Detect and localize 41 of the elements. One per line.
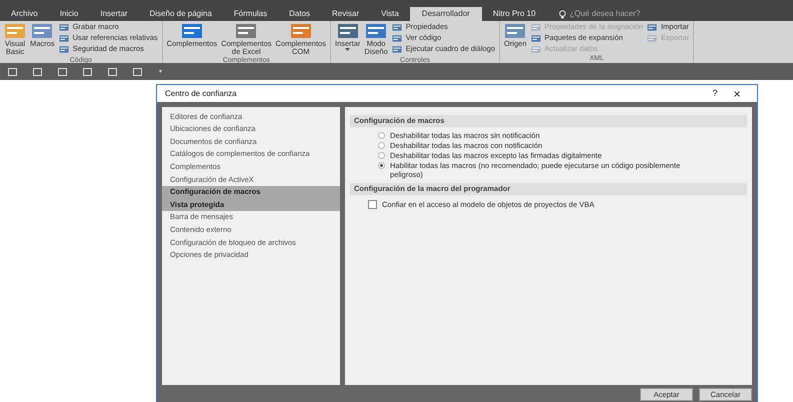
toolbar-icon — [365, 22, 388, 40]
toolbar-icon — [530, 44, 541, 54]
radio-button[interactable] — [378, 142, 385, 149]
ribbon-tab[interactable]: Nitro Pro 10 — [482, 7, 547, 21]
ribbon-tab[interactable]: Archivo — [0, 7, 49, 21]
toolbar-icon — [58, 44, 69, 54]
toolbar-icon — [646, 34, 657, 42]
ribbon-tab[interactable]: Vista — [370, 7, 410, 21]
ribbon-tab[interactable]: Fórmulas — [222, 7, 278, 21]
toolbar-icon — [392, 22, 402, 32]
caret-icon — [345, 48, 350, 51]
toolbar-icon — [31, 22, 54, 40]
ribbon-tab[interactable]: Desarrollador — [410, 7, 482, 21]
toolbar-icon — [392, 44, 402, 54]
toolbar-icon — [58, 22, 69, 32]
toolbar-icon — [4, 22, 26, 40]
toolbar-icon — [530, 34, 541, 42]
radio-button[interactable] — [378, 152, 385, 159]
ribbon-tab[interactable]: Inicio — [48, 7, 90, 21]
close-button[interactable]: × — [725, 88, 749, 100]
ribbon-tab[interactable]: Diseño de página — [138, 7, 223, 21]
dialog-title: Centro de confianza — [165, 88, 238, 100]
search-field[interactable]: ¿Qué desea hacer? — [558, 7, 650, 21]
toolbar-icon — [646, 22, 657, 32]
radio-button[interactable] — [378, 132, 385, 139]
radio-button[interactable] — [378, 162, 385, 169]
toolbar-icon — [180, 22, 203, 40]
ribbon-tab[interactable]: Insertar — [89, 7, 138, 21]
caret-icon[interactable] — [158, 70, 163, 73]
toolbar-icon — [290, 22, 312, 40]
toolbar-icon — [504, 22, 526, 40]
toolbar-icon — [58, 34, 69, 42]
ribbon-tab[interactable]: Revisar — [321, 7, 370, 21]
toolbar-icon — [530, 22, 541, 32]
checkbox[interactable] — [368, 200, 377, 210]
help-button[interactable]: ? — [705, 86, 725, 100]
ribbon-tab[interactable]: Datos — [278, 7, 322, 21]
lightbulb-icon — [558, 10, 566, 18]
toolbar-icon — [336, 22, 359, 40]
toolbar-icon — [235, 22, 258, 40]
toolbar-icon — [392, 34, 402, 42]
